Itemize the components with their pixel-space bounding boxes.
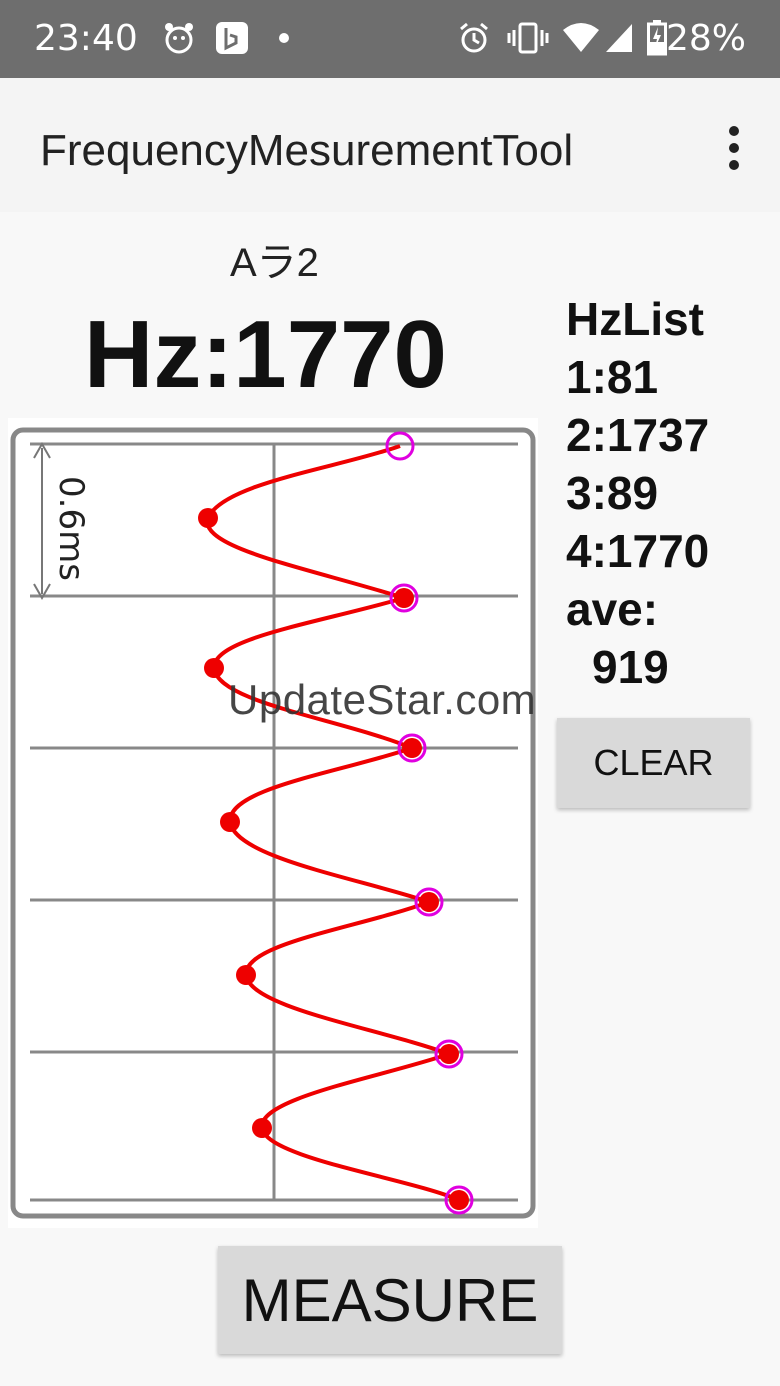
overflow-menu-icon[interactable] xyxy=(722,126,746,170)
peak-marker xyxy=(419,892,439,912)
trough-marker xyxy=(220,812,240,832)
note-name: Aラ2 xyxy=(230,241,319,285)
hz-list-item: 3:89 xyxy=(566,467,659,519)
bing-icon xyxy=(214,16,250,60)
battery-percent: 28% xyxy=(665,18,746,59)
hz-readout: Hz:1770 xyxy=(84,301,447,408)
peak-marker xyxy=(394,588,414,608)
wifi-icon xyxy=(560,16,602,60)
watermark: UpdateStar.com xyxy=(228,676,537,723)
status-time: 23:40 xyxy=(34,18,138,59)
waveform-panel: 0.6ms xyxy=(8,418,538,1228)
app-title: FrequencyMesurementTool xyxy=(40,126,574,175)
vibrate-icon xyxy=(506,16,550,60)
clear-button[interactable]: CLEAR xyxy=(557,718,750,808)
peak-marker xyxy=(449,1190,469,1210)
waveform-plot: 0.6ms xyxy=(10,427,536,1219)
alarm-clock-app-icon xyxy=(160,16,198,60)
trough-marker xyxy=(198,508,218,528)
peak-marker xyxy=(402,738,422,758)
hz-list-item: 1:81 xyxy=(566,351,659,403)
status-bar: 23:40 28% xyxy=(0,0,780,78)
peak-marker xyxy=(439,1044,459,1064)
hz-list-item: 4:1770 xyxy=(566,525,710,577)
signal-icon xyxy=(604,16,634,60)
hz-list-ave-label: ave: xyxy=(566,583,659,635)
hz-list-title: HzList xyxy=(566,293,704,345)
hz-list-item: 2:1737 xyxy=(566,409,710,461)
app-bar: FrequencyMesurementTool xyxy=(0,78,780,212)
hz-list-ave-value: 919 xyxy=(592,641,669,693)
trough-marker xyxy=(204,658,224,678)
dot-icon xyxy=(276,16,292,60)
scale-label: 0.6ms xyxy=(51,476,91,581)
battery-charging-icon xyxy=(646,16,668,60)
measure-button[interactable]: MEASURE xyxy=(218,1246,562,1354)
alarm-icon xyxy=(456,16,492,60)
trough-marker xyxy=(252,1118,272,1138)
trough-marker xyxy=(236,965,256,985)
hz-list: HzList 1:81 2:1737 3:89 4:1770 ave: 919 xyxy=(566,290,709,696)
